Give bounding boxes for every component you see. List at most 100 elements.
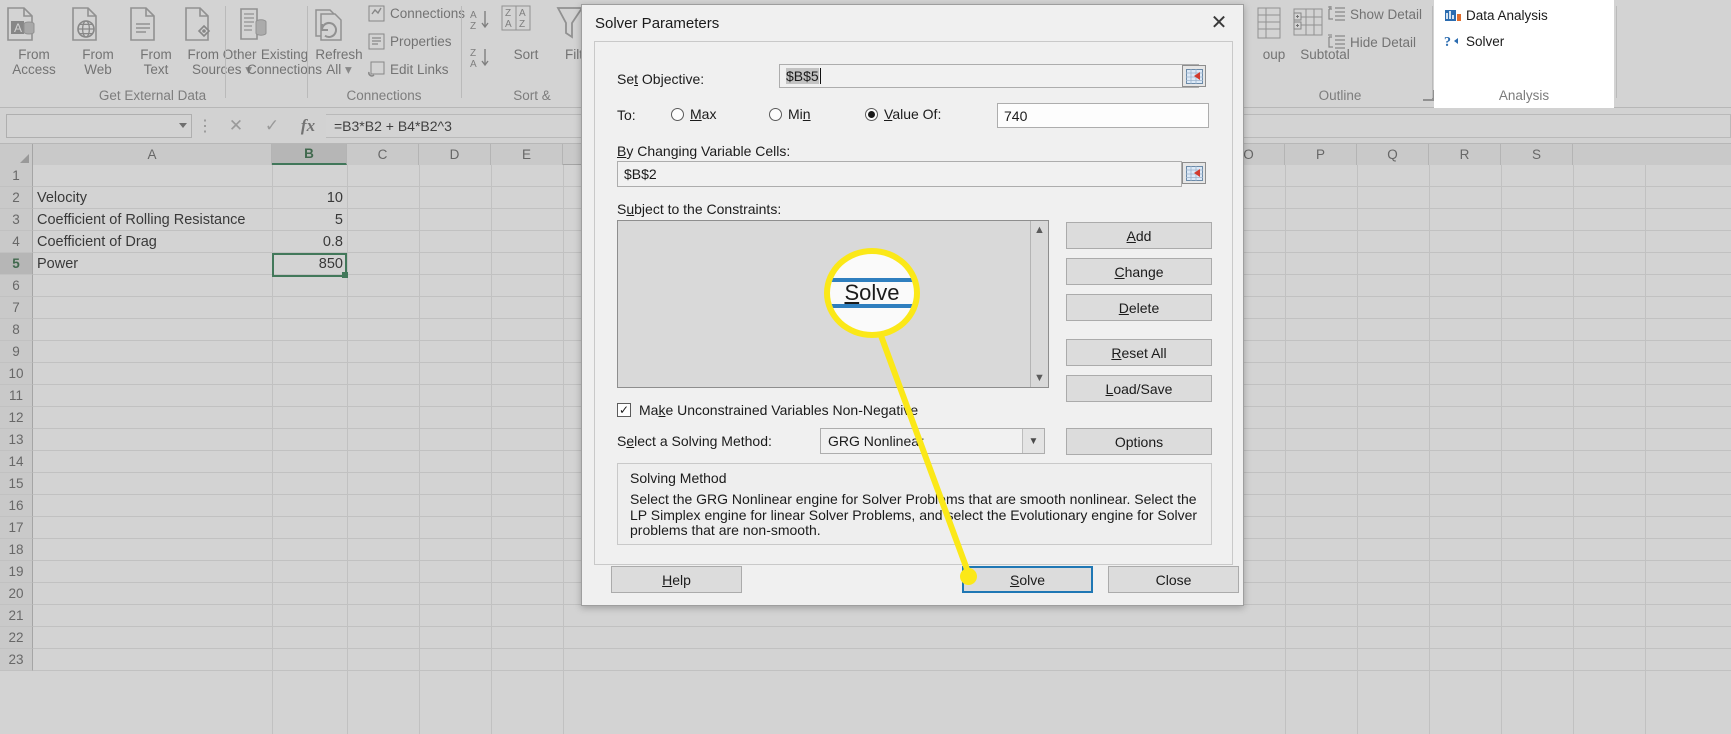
cell-A3[interactable]: Coefficient of Rolling Resistance xyxy=(33,209,272,231)
formula-bar-expand-handle[interactable]: ⋮ xyxy=(192,116,218,136)
change-constraint-button[interactable]: Change xyxy=(1066,258,1212,285)
row-header-17[interactable]: 17 xyxy=(0,517,33,539)
row-header-11[interactable]: 11 xyxy=(0,385,33,407)
check-icon[interactable]: ✓ xyxy=(254,116,290,136)
cell-A4[interactable]: Coefficient of Drag xyxy=(33,231,272,253)
row-header-4[interactable]: 4 xyxy=(0,231,33,253)
column-header-p[interactable]: P xyxy=(1285,144,1357,165)
column-header-b[interactable]: B xyxy=(272,144,347,165)
cell-B2[interactable]: 10 xyxy=(272,187,347,209)
constraints-listbox[interactable]: ▲ ▼ xyxy=(617,220,1049,388)
cell-B5[interactable]: 850 xyxy=(272,253,347,275)
changing-cells-input[interactable]: $B$2 xyxy=(617,161,1182,187)
row-header-23[interactable]: 23 xyxy=(0,649,33,671)
changing-cells-value: $B$2 xyxy=(624,166,657,182)
range-picker-icon[interactable] xyxy=(1182,65,1206,87)
ribbon-button-data-analysis[interactable]: Data Analysis xyxy=(1444,7,1548,24)
row-header-9[interactable]: 9 xyxy=(0,341,33,363)
column-header-e[interactable]: E xyxy=(491,144,563,165)
close-button[interactable]: Close xyxy=(1108,566,1239,593)
help-button[interactable]: Help xyxy=(611,566,742,593)
close-x-icon[interactable]: ✕ xyxy=(1199,8,1239,38)
ribbon-button-sort[interactable]: ZAAZ Sort xyxy=(498,4,554,62)
row-header-20[interactable]: 20 xyxy=(0,583,33,605)
row-header-7[interactable]: 7 xyxy=(0,297,33,319)
ribbon-button-from-access[interactable]: A From Access xyxy=(0,4,68,77)
row-header-10[interactable]: 10 xyxy=(0,363,33,385)
range-picker-icon[interactable] xyxy=(1182,162,1206,184)
ribbon-button-solver[interactable]: ? Solver xyxy=(1444,33,1504,50)
cell-B4[interactable]: 0.8 xyxy=(272,231,347,253)
ribbon-button-connections[interactable]: Connections xyxy=(368,5,465,22)
gridline xyxy=(272,165,273,734)
ribbon-button-properties[interactable]: Properties xyxy=(368,33,452,50)
to-label: To: xyxy=(617,107,636,123)
non-negative-checkbox[interactable]: ✓ Make Unconstrained Variables Non-Negat… xyxy=(617,402,918,418)
ribbon-button-refresh-all[interactable]: Refresh All ▾ xyxy=(308,4,370,77)
cell-B3[interactable]: 5 xyxy=(272,209,347,231)
select-all-corner[interactable] xyxy=(0,144,33,165)
solving-method-select[interactable]: GRG Nonlinear ▼ xyxy=(820,428,1045,454)
options-button[interactable]: Options xyxy=(1066,428,1212,455)
ribbon-group-label: Outline xyxy=(1318,88,1362,103)
cell-A5[interactable]: Power xyxy=(33,253,272,275)
chevron-down-icon[interactable]: ▼ xyxy=(1022,429,1044,453)
column-header-s[interactable]: S xyxy=(1501,144,1573,165)
radio-button[interactable] xyxy=(865,107,878,121)
chevron-down-icon[interactable]: ▾ xyxy=(341,62,352,77)
ribbon-button-sort-descending[interactable]: ZA xyxy=(470,46,489,70)
column-header-d[interactable]: D xyxy=(419,144,491,165)
column-header-a[interactable]: A xyxy=(33,144,272,165)
row-header-2[interactable]: 2 xyxy=(0,187,33,209)
dialog-body: Set Objective: $B$5 To: Max Min Value Of… xyxy=(594,41,1239,593)
column-header-r[interactable]: R xyxy=(1429,144,1501,165)
column-header-c[interactable]: C xyxy=(347,144,419,165)
fx-icon[interactable]: fx xyxy=(290,116,326,136)
column-header-q[interactable]: Q xyxy=(1357,144,1429,165)
row-header-5[interactable]: 5 xyxy=(0,253,33,275)
ribbon-button-show-detail[interactable]: Show Detail xyxy=(1328,6,1422,23)
constraints-scrollbar[interactable]: ▲ ▼ xyxy=(1030,221,1048,387)
hide-detail-icon xyxy=(1328,34,1345,51)
chevron-down-icon[interactable] xyxy=(179,123,187,128)
cell-A2[interactable]: Velocity xyxy=(33,187,272,209)
radio-max[interactable]: Max xyxy=(671,106,716,122)
row-header-12[interactable]: 12 xyxy=(0,407,33,429)
cancel-x-icon[interactable]: ✕ xyxy=(218,116,254,136)
row-header-14[interactable]: 14 xyxy=(0,451,33,473)
radio-button[interactable] xyxy=(671,107,684,121)
delete-constraint-button[interactable]: Delete xyxy=(1066,294,1212,321)
column-header-extra[interactable] xyxy=(1573,144,1731,165)
row-header-21[interactable]: 21 xyxy=(0,605,33,627)
set-objective-input[interactable]: $B$5 xyxy=(779,64,1199,88)
row-header-18[interactable]: 18 xyxy=(0,539,33,561)
row-header-6[interactable]: 6 xyxy=(0,275,33,297)
row-header-1[interactable]: 1 xyxy=(0,165,33,187)
row-header-8[interactable]: 8 xyxy=(0,319,33,341)
chevron-down-icon[interactable]: ▼ xyxy=(1034,369,1045,387)
radio-min[interactable]: Min xyxy=(769,106,811,122)
load-save-button[interactable]: Load/Save xyxy=(1066,375,1212,402)
ribbon-button-hide-detail[interactable]: Hide Detail xyxy=(1328,34,1416,51)
reset-all-button[interactable]: Reset All xyxy=(1066,339,1212,366)
solving-method-group-text: Select the GRG Nonlinear engine for Solv… xyxy=(630,491,1198,538)
row-header-22[interactable]: 22 xyxy=(0,627,33,649)
row-header-19[interactable]: 19 xyxy=(0,561,33,583)
add-constraint-button[interactable]: Add xyxy=(1066,222,1212,249)
value-of-input[interactable]: 740 xyxy=(997,103,1209,128)
row-header-13[interactable]: 13 xyxy=(0,429,33,451)
chevron-up-icon[interactable]: ▲ xyxy=(1034,221,1045,239)
name-box[interactable] xyxy=(6,113,192,138)
ribbon-button-sort-ascending[interactable]: AZ xyxy=(470,8,489,32)
ribbon-group-label: Connections xyxy=(346,88,422,103)
checkmark-icon[interactable]: ✓ xyxy=(617,403,631,417)
row-header-15[interactable]: 15 xyxy=(0,473,33,495)
ribbon-button-edit-links[interactable]: Edit Links xyxy=(368,61,449,78)
radio-value-of[interactable]: Value Of: xyxy=(865,106,941,122)
radio-label: Min xyxy=(788,106,811,122)
row-header-3[interactable]: 3 xyxy=(0,209,33,231)
solve-button[interactable]: Solve xyxy=(962,566,1093,593)
connections-icon xyxy=(368,5,385,22)
radio-button[interactable] xyxy=(769,107,782,121)
row-header-16[interactable]: 16 xyxy=(0,495,33,517)
